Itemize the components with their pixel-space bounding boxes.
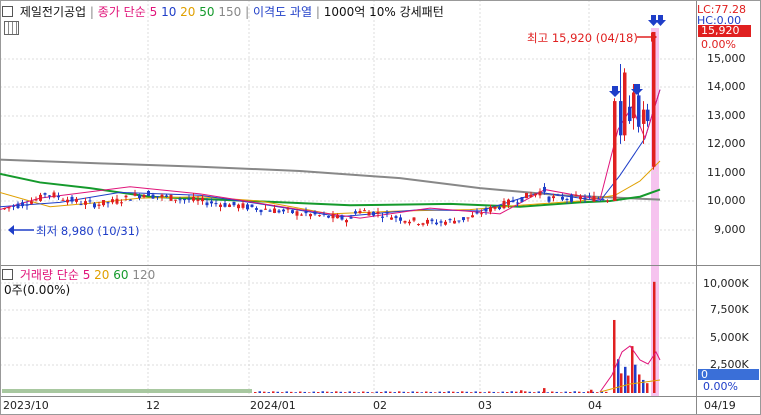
current-price: 15,920 (701, 24, 740, 37)
date-tick: 04 (588, 399, 602, 412)
price-tick: 9,000 (714, 223, 746, 236)
price-volume-chart[interactable] (0, 0, 761, 415)
ma-20-label[interactable]: 20 (180, 5, 195, 19)
low-annotation: 최저 8,980 (10/31) (36, 224, 140, 238)
ma-10-label[interactable]: 10 (161, 5, 176, 19)
ma-50-label[interactable]: 50 (199, 5, 214, 19)
legend-square-icon (2, 6, 13, 17)
candlesticks (3, 31, 656, 227)
vol-ma-5-label[interactable]: 5 (83, 268, 91, 282)
vol-ma-20-label[interactable]: 20 (94, 268, 109, 282)
date-tick: 02 (373, 399, 387, 412)
volume-legend: 거래량 단순 5 20 60 120 (2, 268, 155, 282)
disparity-label[interactable]: 이격도 과열 (253, 5, 312, 19)
current-change: 0.00% (701, 38, 736, 51)
price-tick: 15,000 (707, 52, 746, 65)
price-tick: 14,000 (707, 80, 746, 93)
date-tick: 04/19 (704, 399, 736, 412)
price-tick: 12,000 (707, 137, 746, 150)
ma-150-label[interactable]: 150 (218, 5, 241, 19)
volume-tick: 5,000K (710, 331, 749, 344)
date-tick: 03 (478, 399, 492, 412)
current-volume: 0주(0.00%) (4, 283, 71, 297)
stock-chart-window: 제일전기공업 | 종가 단순 5 10 20 50 150 | 이격도 과열 |… (0, 0, 761, 415)
vol-ma-120-label[interactable]: 120 (132, 268, 155, 282)
volume-tag: 0 (698, 369, 759, 380)
stock-name[interactable]: 제일전기공업 (20, 5, 86, 19)
price-tick: 11,000 (707, 166, 746, 179)
date-tick: 12 (146, 399, 160, 412)
date-tick: 2023/10 (3, 399, 49, 412)
volume-tick: 0.00% (703, 380, 738, 393)
current-price-tag: 15,920 (698, 25, 751, 37)
ma-5-label[interactable]: 5 (150, 5, 158, 19)
volume-bars (2, 281, 656, 393)
price-tick: 10,000 (707, 194, 746, 207)
price-legend: 제일전기공업 | 종가 단순 5 10 20 50 150 | 이격도 과열 |… (2, 5, 444, 19)
price-tick: 13,000 (707, 109, 746, 122)
grid-toggle-icon[interactable] (4, 21, 19, 35)
vol-ma-60-label[interactable]: 60 (113, 268, 128, 282)
legend-square-icon (2, 269, 13, 280)
volume-title[interactable]: 거래량 (20, 268, 53, 282)
high-annotation: 최고 15,920 (04/18) (527, 31, 638, 45)
surge-pattern-label[interactable]: 1000억 10% 강세패턴 (324, 5, 444, 19)
ma-prefix[interactable]: 종가 단순 (98, 5, 146, 19)
volume-ma-prefix[interactable]: 단순 (57, 268, 79, 282)
date-tick: 2024/01 (250, 399, 296, 412)
volume-tick: 7,500K (710, 303, 749, 316)
volume-tick: 10,000K (703, 277, 749, 290)
ma150-line (0, 158, 661, 201)
